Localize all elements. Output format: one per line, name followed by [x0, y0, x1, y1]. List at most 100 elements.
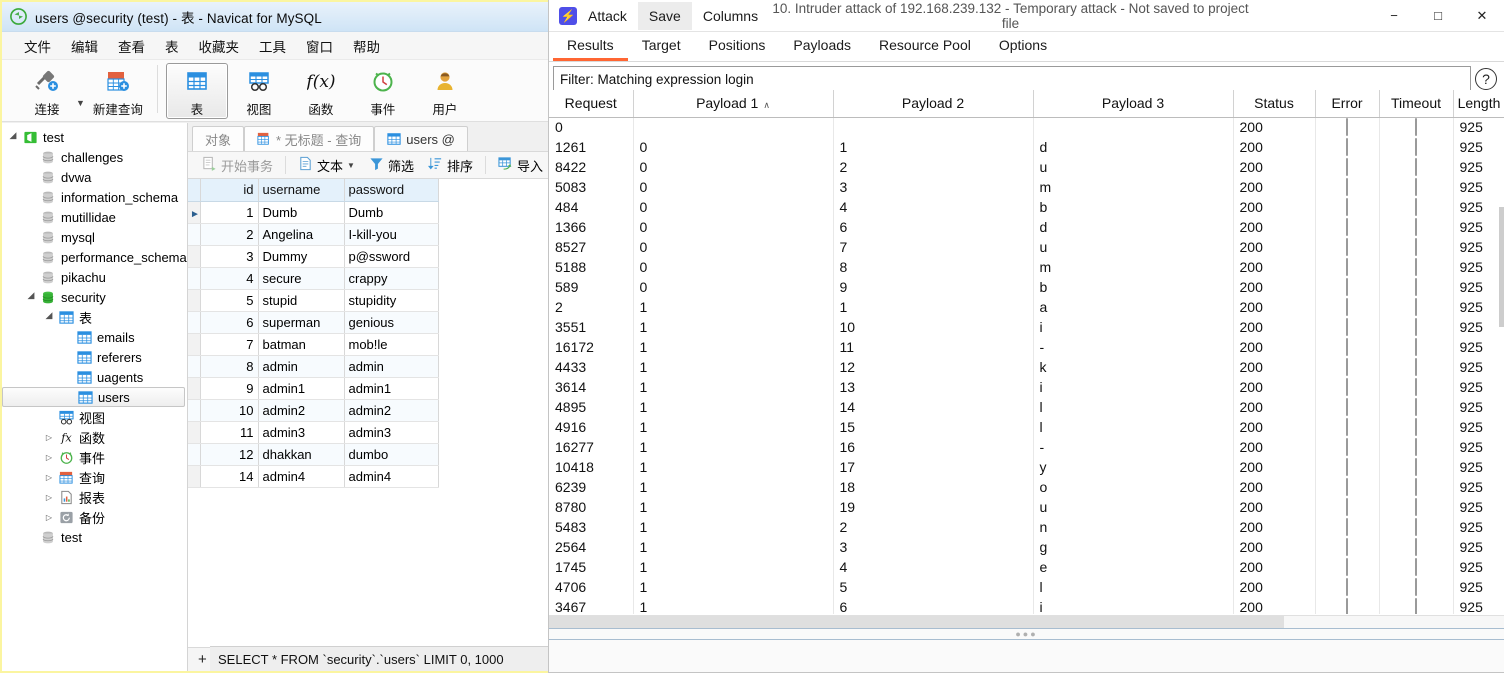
- cell-error-checkbox[interactable]: [1315, 437, 1380, 457]
- toolbar-new-query-button[interactable]: 新建查询: [87, 63, 149, 119]
- column-header-request[interactable]: Request: [549, 90, 634, 118]
- checkbox-unchecked-icon[interactable]: [1415, 158, 1417, 176]
- checkbox-unchecked-icon[interactable]: [1346, 498, 1348, 516]
- cell-length[interactable]: 925: [1453, 457, 1504, 477]
- row-indicator-cell[interactable]: [188, 267, 201, 290]
- cell-request[interactable]: 4433: [549, 357, 634, 377]
- cell-username[interactable]: admin1: [258, 377, 345, 400]
- table-row[interactable]: 10 admin2 admin2: [188, 399, 439, 422]
- question-mark-icon[interactable]: ?: [1475, 68, 1497, 90]
- cell-p2[interactable]: 9: [833, 277, 1034, 297]
- cell-password[interactable]: admin2: [344, 399, 439, 422]
- checkbox-unchecked-icon[interactable]: [1415, 378, 1417, 396]
- checkbox-unchecked-icon[interactable]: [1346, 238, 1348, 256]
- tree-item-uagents[interactable]: uagents: [2, 367, 187, 387]
- cell-status[interactable]: 200: [1233, 157, 1316, 177]
- cell-request[interactable]: 5083: [549, 177, 634, 197]
- cell-error-checkbox[interactable]: [1315, 357, 1380, 377]
- cell-length[interactable]: 925: [1453, 437, 1504, 457]
- table-row[interactable]: 8 admin admin: [188, 355, 439, 378]
- tree-item-视图[interactable]: 视图: [2, 407, 187, 427]
- table-row[interactable]: 4 secure crappy: [188, 267, 439, 290]
- cell-error-checkbox[interactable]: [1315, 237, 1380, 257]
- column-header-payload-2[interactable]: Payload 2: [833, 90, 1034, 118]
- cell-p3[interactable]: e: [1033, 557, 1234, 577]
- table-row[interactable]: 5 stupid stupidity: [188, 289, 439, 312]
- cell-status[interactable]: 200: [1233, 277, 1316, 297]
- cell-request[interactable]: 589: [549, 277, 634, 297]
- cell-timeout-checkbox[interactable]: [1379, 217, 1454, 237]
- cell-length[interactable]: 925: [1453, 337, 1504, 357]
- cell-timeout-checkbox[interactable]: [1379, 577, 1454, 597]
- connection-dropdown-caret-icon[interactable]: ▼: [76, 98, 85, 108]
- cell-p3[interactable]: i: [1033, 597, 1234, 614]
- cell-length[interactable]: 925: [1453, 537, 1504, 557]
- cell-id[interactable]: 4: [200, 267, 259, 290]
- cell-request[interactable]: 2564: [549, 537, 634, 557]
- table-row[interactable]: 16172 1 11-200 925: [549, 337, 1504, 357]
- cell-timeout-checkbox[interactable]: [1379, 237, 1454, 257]
- cell-password[interactable]: stupidity: [344, 289, 439, 312]
- checkbox-unchecked-icon[interactable]: [1415, 598, 1417, 614]
- cell-error-checkbox[interactable]: [1315, 557, 1380, 577]
- cell-length[interactable]: 925: [1453, 297, 1504, 317]
- checkbox-unchecked-icon[interactable]: [1346, 178, 1348, 196]
- cell-p2[interactable]: 15: [833, 417, 1034, 437]
- checkbox-unchecked-icon[interactable]: [1346, 438, 1348, 456]
- table-row[interactable]: 1261 0 1 d 200 925: [549, 137, 1504, 157]
- menu-view[interactable]: 查看: [108, 33, 155, 59]
- cell-request[interactable]: 8780: [549, 497, 634, 517]
- cell-error-checkbox[interactable]: [1315, 177, 1380, 197]
- cell-p1[interactable]: 0: [633, 237, 834, 257]
- table-row[interactable]: 1366 0 6 d 200 925: [549, 217, 1504, 237]
- cell-password[interactable]: admin4: [344, 465, 439, 488]
- cell-length[interactable]: 925: [1453, 517, 1504, 537]
- cell-request[interactable]: 4916: [549, 417, 634, 437]
- checkbox-unchecked-icon[interactable]: [1415, 458, 1417, 476]
- cell-status[interactable]: 200: [1233, 237, 1316, 257]
- cell-length[interactable]: 925: [1453, 357, 1504, 377]
- column-header-timeout[interactable]: Timeout: [1379, 90, 1454, 118]
- cell-p1[interactable]: 1: [633, 577, 834, 597]
- tree-twisty-open-icon[interactable]: [24, 292, 38, 303]
- cell-request[interactable]: 3551: [549, 317, 634, 337]
- cell-length[interactable]: 925: [1453, 157, 1504, 177]
- table-row[interactable]: 3 Dummy p@ssword: [188, 245, 439, 268]
- tree-item-referers[interactable]: referers: [2, 347, 187, 367]
- cell-timeout-checkbox[interactable]: [1379, 557, 1454, 577]
- cell-timeout-checkbox[interactable]: [1379, 437, 1454, 457]
- table-row[interactable]: 589 0 9 b 200 925: [549, 277, 1504, 297]
- cell-error-checkbox[interactable]: [1315, 497, 1380, 517]
- checkbox-unchecked-icon[interactable]: [1346, 378, 1348, 396]
- tab-options[interactable]: Options: [985, 32, 1061, 61]
- cell-request[interactable]: 8422: [549, 157, 634, 177]
- checkbox-unchecked-icon[interactable]: [1346, 158, 1348, 176]
- table-row[interactable]: 5083 0 3 m 200 925: [549, 177, 1504, 197]
- cell-length[interactable]: 925: [1453, 217, 1504, 237]
- checkbox-unchecked-icon[interactable]: [1346, 258, 1348, 276]
- cell-timeout-checkbox[interactable]: [1379, 517, 1454, 537]
- tree-twisty-closed-icon[interactable]: [42, 513, 56, 522]
- cell-status[interactable]: 200: [1233, 477, 1316, 497]
- cell-timeout-checkbox[interactable]: [1379, 337, 1454, 357]
- table-row[interactable]: 3551 1 10 i 200 925: [549, 317, 1504, 337]
- cell-username[interactable]: admin2: [258, 399, 345, 422]
- cell-status[interactable]: 200: [1233, 457, 1316, 477]
- table-row[interactable]: 12 dhakkan dumbo: [188, 443, 439, 466]
- checkbox-unchecked-icon[interactable]: [1346, 538, 1348, 556]
- cell-error-checkbox[interactable]: [1315, 377, 1380, 397]
- cell-p2[interactable]: 1: [833, 137, 1034, 157]
- cell-request[interactable]: 16277: [549, 437, 634, 457]
- tree-item-pikachu[interactable]: pikachu: [2, 267, 187, 287]
- begin-transaction-button[interactable]: 开始事务: [196, 153, 279, 178]
- checkbox-unchecked-icon[interactable]: [1415, 258, 1417, 276]
- table-row[interactable]: 9 admin1 admin1: [188, 377, 439, 400]
- table-row[interactable]: 10418 1 17 y 200 925: [549, 457, 1504, 477]
- cell-status[interactable]: 200: [1233, 517, 1316, 537]
- cell-username[interactable]: stupid: [258, 289, 345, 312]
- cell-error-checkbox[interactable]: [1315, 577, 1380, 597]
- cell-p3[interactable]: -: [1033, 337, 1234, 357]
- row-indicator-cell[interactable]: [188, 465, 201, 488]
- checkbox-unchecked-icon[interactable]: [1415, 578, 1417, 596]
- cell-p1[interactable]: 1: [633, 517, 834, 537]
